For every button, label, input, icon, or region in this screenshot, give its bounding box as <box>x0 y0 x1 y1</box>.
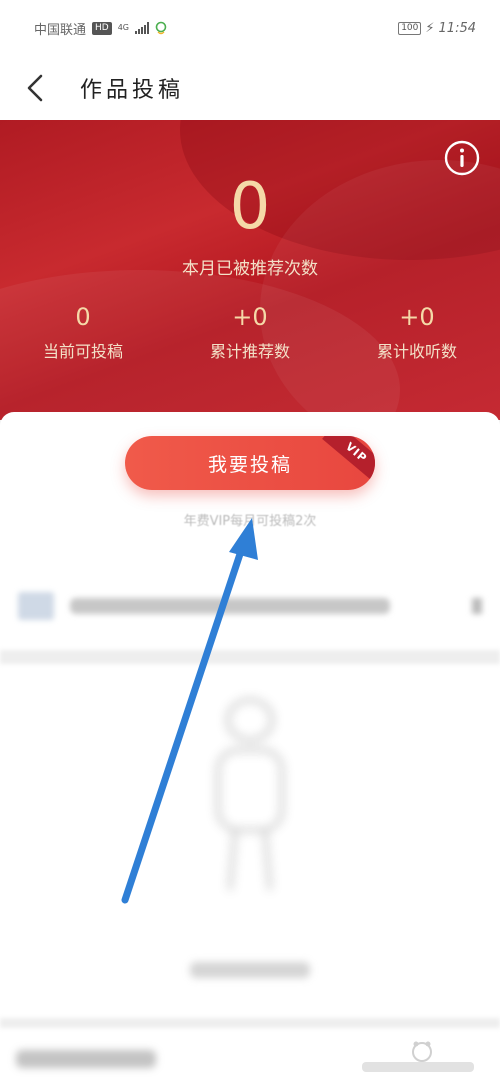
stat-value: +0 <box>232 303 268 331</box>
signal-icon <box>135 22 150 34</box>
status-left: 中国联通 HD 4G <box>34 19 167 38</box>
vip-note: 年费VIP每月可投稿2次 <box>183 514 317 529</box>
stat-label: 累计收听数 <box>376 342 457 361</box>
stat-total-recommendations: +0 累计推荐数 <box>167 300 333 362</box>
blurred-row-text <box>70 598 390 614</box>
carrier-name: 中国联通 <box>34 22 87 38</box>
blurred-thumbnail-icon <box>18 592 54 620</box>
empty-state-icon <box>216 698 284 891</box>
stat-value: 0 <box>75 303 91 331</box>
status-bar: 中国联通 HD 4G 100 ⚡ 11:54 <box>0 0 500 56</box>
blurred-list-row[interactable] <box>0 576 500 636</box>
back-button[interactable] <box>0 56 70 120</box>
stat-total-listens: +0 累计收听数 <box>334 300 500 362</box>
chevron-right-icon <box>472 598 482 614</box>
charging-icon: ⚡ <box>425 20 435 36</box>
submit-label: 我要投稿 <box>207 453 292 476</box>
section-divider <box>0 1018 500 1028</box>
stat-label: 当前可投稿 <box>42 342 123 361</box>
stat-available-submissions: 0 当前可投稿 <box>0 300 166 362</box>
header: 作品投稿 <box>0 56 500 120</box>
empty-state-text <box>190 962 310 978</box>
recommend-count: 0 <box>229 170 271 244</box>
hd-icon: HD <box>92 21 112 35</box>
location-icon <box>155 21 167 35</box>
battery-icon: 100 <box>398 21 422 35</box>
status-right: 100 ⚡ 11:54 <box>398 21 476 36</box>
network-type: 4G <box>117 23 130 32</box>
vip-badge: VIP <box>322 436 375 484</box>
stat-value: +0 <box>399 303 435 331</box>
stat-label: 累计推荐数 <box>209 342 290 361</box>
watermark-logo-icon <box>362 1041 474 1072</box>
recommend-label: 本月已被推荐次数 <box>182 259 318 279</box>
clock: 11:54 <box>438 20 476 36</box>
page-title: 作品投稿 <box>80 78 185 103</box>
section-divider <box>0 650 500 664</box>
back-arrow-icon <box>27 74 43 102</box>
submit-work-button[interactable]: 我要投稿 VIP <box>125 436 375 490</box>
blurred-section-title <box>16 1050 156 1068</box>
